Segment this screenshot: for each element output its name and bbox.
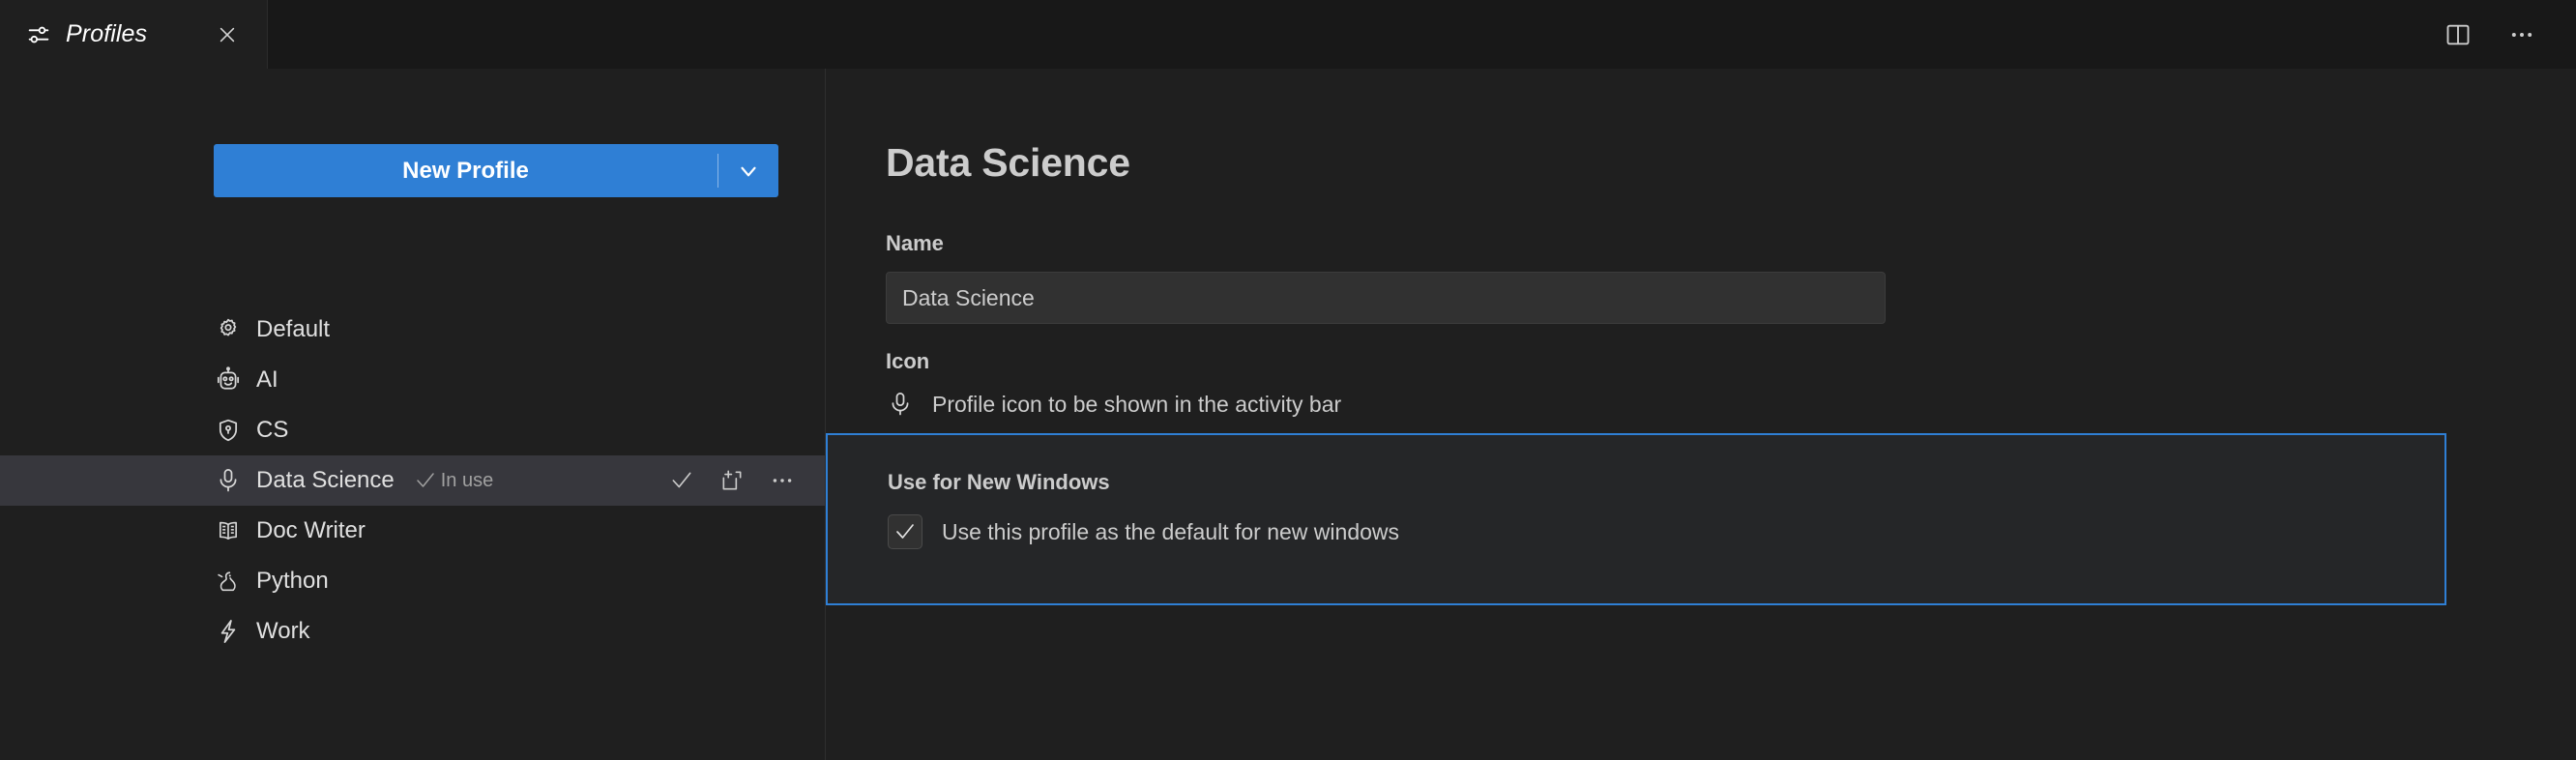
close-icon[interactable] <box>211 18 244 51</box>
icon-picker[interactable]: Profile icon to be shown in the activity… <box>886 390 1341 419</box>
profile-list-item-default[interactable]: Default <box>0 305 825 355</box>
profile-name: Default <box>256 316 331 342</box>
profile-list-item-doc-writer[interactable]: Doc Writer <box>0 506 825 556</box>
default-for-new-windows-label: Use this profile as the default for new … <box>942 518 1400 544</box>
profile-list-item-work[interactable]: Work <box>0 606 825 657</box>
settings-sliders-icon <box>25 21 52 48</box>
tab-label: Profiles <box>66 20 148 47</box>
shield-lock-icon <box>214 416 243 445</box>
use-for-new-windows-section[interactable]: Use for New Windows Use this profile as … <box>826 433 2446 605</box>
more-actions-icon[interactable] <box>2503 15 2541 54</box>
new-profile-button-group[interactable]: New Profile <box>214 144 778 197</box>
editor-tab-bar: Profiles <box>0 0 2576 69</box>
profile-list-item-ai[interactable]: AI <box>0 355 825 405</box>
in-use-badge: In use <box>414 469 493 492</box>
in-use-label: In use <box>440 469 494 491</box>
editor-actions <box>2439 0 2576 69</box>
gear-icon <box>214 315 243 344</box>
empty-window-plus-icon[interactable] <box>715 463 749 498</box>
name-input[interactable] <box>886 272 1886 324</box>
default-for-new-windows-checkbox[interactable] <box>888 514 922 549</box>
profile-details-pane: Data Science Name Icon Profile icon to b… <box>826 69 2576 760</box>
profile-name: AI <box>256 366 278 393</box>
new-profile-button[interactable]: New Profile <box>214 144 717 197</box>
zap-icon <box>214 617 243 646</box>
profiles-editor: New Profile Default AI CS Data Science I… <box>0 69 2576 760</box>
robot-icon <box>214 365 243 395</box>
chevron-down-icon[interactable] <box>718 144 778 197</box>
profiles-sidebar: New Profile Default AI CS Data Science I… <box>0 69 826 760</box>
microphone-icon[interactable] <box>886 390 915 419</box>
tab-profiles[interactable]: Profiles <box>0 0 268 69</box>
name-section: Name <box>886 231 1891 324</box>
name-label: Name <box>886 231 944 255</box>
profile-name: Data Science <box>256 467 395 493</box>
icon-label: Icon <box>886 349 930 373</box>
profile-list-item-cs[interactable]: CS <box>0 405 825 455</box>
more-actions-icon[interactable] <box>765 463 800 498</box>
check-icon[interactable] <box>664 463 699 498</box>
microphone-icon <box>214 466 243 495</box>
profile-name: Doc Writer <box>256 517 366 543</box>
use-for-new-windows-label: Use for New Windows <box>888 470 1110 494</box>
icon-description: Profile icon to be shown in the activity… <box>932 391 1342 417</box>
snake-icon <box>214 567 243 596</box>
page-title: Data Science <box>886 140 1130 185</box>
profile-list-item-data-science[interactable]: Data Science In use <box>0 455 825 506</box>
profile-list: Default AI CS Data Science In use Doc Wr… <box>0 305 825 657</box>
book-icon <box>214 516 243 545</box>
profile-list-item-python[interactable]: Python <box>0 556 825 606</box>
default-for-new-windows-row[interactable]: Use this profile as the default for new … <box>888 514 2444 549</box>
profile-name: Work <box>256 618 310 644</box>
profile-row-actions <box>664 463 800 498</box>
profile-name: CS <box>256 417 289 443</box>
check-icon <box>414 469 437 492</box>
profile-name: Python <box>256 568 329 594</box>
split-editor-icon[interactable] <box>2439 15 2477 54</box>
icon-section: Icon Profile icon to be shown in the act… <box>886 349 1341 419</box>
